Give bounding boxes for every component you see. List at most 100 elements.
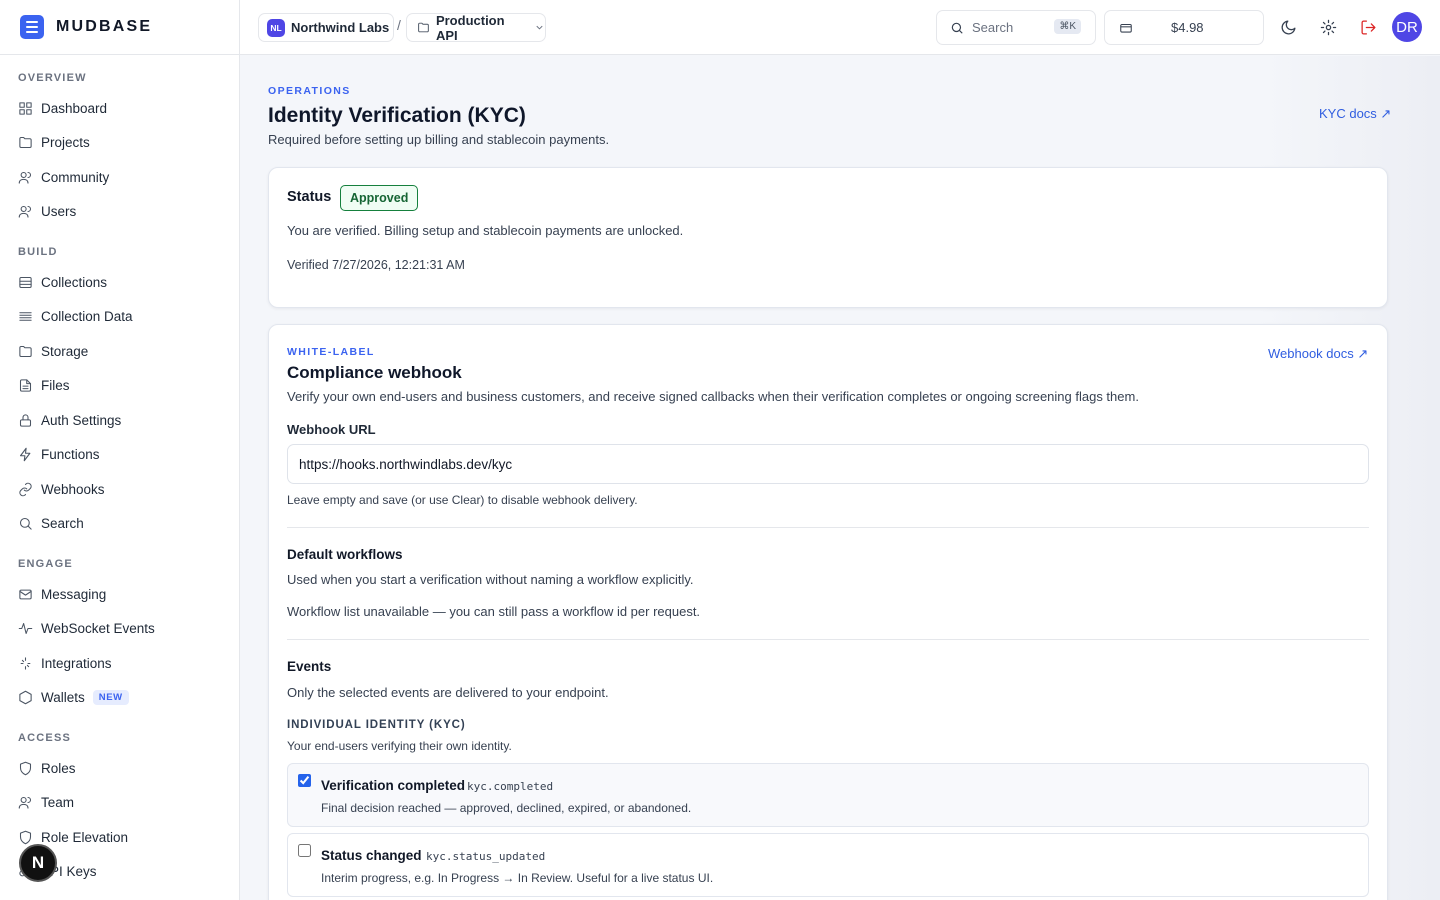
- sidebar-item-collections[interactable]: Collections: [0, 265, 239, 300]
- webhook-eyebrow: WHITE-LABEL: [287, 346, 375, 358]
- grid-icon: [19, 102, 32, 115]
- new-badge: NEW: [92, 690, 129, 706]
- workflows-unavailable-notice: Workflow list unavailable — you can stil…: [287, 604, 701, 619]
- sidebar-item-wallets[interactable]: Wallets NEW: [0, 681, 239, 716]
- main-content: OPERATIONS Identity Verification (KYC) R…: [240, 56, 1440, 900]
- workflows-description: Used when you start a verification witho…: [287, 572, 694, 587]
- event-row-kyc-completed[interactable]: Verification completed kyc.completed Fin…: [287, 763, 1369, 827]
- events-title: Events: [287, 659, 332, 674]
- logo-icon: [20, 15, 44, 39]
- project-switcher[interactable]: Production API: [406, 12, 546, 43]
- sidebar-item-label: Auth Settings: [41, 412, 122, 428]
- nav-section-overview: OVERVIEW: [18, 72, 87, 84]
- sidebar-item-messaging[interactable]: Messaging: [0, 577, 239, 612]
- topbar: NL Northwind Labs / Production API Searc…: [240, 0, 1440, 55]
- webhook-card: WHITE-LABEL Compliance webhook Webhook d…: [268, 324, 1388, 900]
- sidebar-item-label: Collections: [41, 274, 108, 290]
- sidebar-item-team[interactable]: Team: [0, 786, 239, 821]
- chevron-down-icon: [536, 25, 543, 30]
- project-name: Production API: [435, 12, 505, 43]
- activity-icon: [18, 623, 33, 635]
- nav-section-access: ACCESS: [18, 732, 72, 744]
- divider: [287, 527, 1369, 528]
- sidebar-item-webhooks[interactable]: Webhooks: [0, 472, 239, 507]
- list-icon: [19, 312, 32, 322]
- dev-tools-button[interactable]: N: [19, 844, 57, 882]
- sidebar-item-functions[interactable]: Functions: [0, 438, 239, 473]
- event-checkbox-kyc-status-updated[interactable]: [298, 844, 311, 857]
- moon-icon: [1281, 19, 1296, 34]
- webhook-title: Compliance webhook: [287, 363, 462, 382]
- event-code: kyc.completed: [467, 780, 554, 793]
- events-description: Only the selected events are delivered t…: [287, 685, 609, 700]
- sidebar-item-label: Roles: [41, 760, 76, 776]
- sparkle-icon: [20, 657, 31, 670]
- search-placeholder: Search: [972, 20, 1014, 35]
- event-row-kyc-status-updated[interactable]: Status changed kyc.status_updated Interi…: [287, 833, 1369, 897]
- brand[interactable]: MUDBASE: [0, 0, 239, 55]
- event-name: Status changed: [321, 848, 422, 863]
- users-icon: [18, 797, 32, 809]
- org-switcher[interactable]: NL Northwind Labs: [258, 13, 394, 42]
- sidebar-item-community[interactable]: Community: [0, 160, 239, 195]
- folder-icon: [19, 137, 32, 149]
- status-label: Status: [287, 189, 332, 205]
- users-icon: [18, 171, 32, 184]
- webhook-description: Verify your own end-users and business c…: [287, 389, 1139, 404]
- search-button[interactable]: Search ⌘K: [936, 10, 1096, 45]
- shield-icon: [19, 761, 32, 776]
- sidebar-item-label: Integrations: [41, 655, 112, 671]
- sidebar-item-label: Functions: [41, 447, 100, 463]
- org-name: Northwind Labs: [291, 20, 390, 35]
- sidebar-item-label: Storage: [41, 343, 89, 359]
- nav-section-build: BUILD: [18, 246, 58, 258]
- sidebar-item-roles[interactable]: Roles: [0, 751, 239, 786]
- database-icon: [19, 276, 32, 288]
- event-code: kyc.status_updated: [426, 850, 546, 863]
- users-icon: [18, 206, 32, 218]
- theme-toggle[interactable]: [1277, 16, 1299, 38]
- webhook-url-hint: Leave empty and save (or use Clear) to d…: [287, 493, 638, 507]
- sidebar-item-label: Team: [41, 795, 75, 811]
- bolt-icon: [19, 447, 31, 462]
- settings-button[interactable]: [1317, 16, 1339, 38]
- sidebar-item-auth-settings[interactable]: Auth Settings: [0, 403, 239, 438]
- breadcrumb-separator: /: [397, 17, 401, 33]
- page-title: Identity Verification (KYC): [268, 104, 526, 127]
- sidebar-item-dashboard[interactable]: Dashboard: [0, 91, 239, 126]
- event-description: Interim progress, e.g. In Progress → In …: [321, 871, 714, 885]
- event-name: Verification completed: [321, 778, 466, 793]
- balance-button[interactable]: $4.98: [1104, 10, 1264, 45]
- sidebar-item-label: Dashboard: [41, 100, 108, 116]
- sidebar-item-label: WebSocket Events: [41, 621, 155, 637]
- page-eyebrow: OPERATIONS: [268, 85, 351, 97]
- sidebar-item-search[interactable]: Search: [0, 507, 239, 542]
- status-message: You are verified. Billing setup and stab…: [287, 223, 684, 238]
- webhook-url-label: Webhook URL: [287, 422, 376, 437]
- kyc-group-description: Your end-users verifying their own ident…: [287, 739, 512, 753]
- sidebar-item-integrations[interactable]: Integrations: [0, 646, 239, 681]
- webhook-docs-link[interactable]: Webhook docs ↗: [1268, 346, 1368, 362]
- sidebar-item-label: Role Elevation: [41, 829, 129, 845]
- sidebar-item-projects[interactable]: Projects: [0, 126, 239, 161]
- logout-button[interactable]: [1357, 16, 1379, 38]
- brand-name: MUDBASE: [56, 18, 153, 35]
- sidebar-item-websocket-events[interactable]: WebSocket Events: [0, 612, 239, 647]
- wallet-icon: [1120, 23, 1132, 33]
- sidebar-item-label: Users: [41, 204, 77, 220]
- sidebar-item-label: Messaging: [41, 586, 107, 602]
- hexagon-icon: [19, 690, 32, 705]
- sidebar-item-users[interactable]: Users: [0, 195, 239, 230]
- kyc-docs-link[interactable]: KYC docs ↗: [1319, 106, 1391, 122]
- sidebar-item-files[interactable]: Files: [0, 369, 239, 404]
- shield-icon: [19, 830, 32, 845]
- sidebar-item-label: Community: [41, 169, 110, 185]
- avatar[interactable]: DR: [1392, 12, 1422, 42]
- sidebar-item-label: Projects: [41, 135, 90, 151]
- sidebar-item-collection-data[interactable]: Collection Data: [0, 300, 239, 335]
- org-avatar: NL: [267, 18, 285, 37]
- kyc-group-label: INDIVIDUAL IDENTITY (KYC): [287, 719, 466, 731]
- sidebar-item-storage[interactable]: Storage: [0, 334, 239, 369]
- webhook-url-input[interactable]: [287, 444, 1369, 484]
- event-checkbox-kyc-completed[interactable]: [298, 774, 311, 787]
